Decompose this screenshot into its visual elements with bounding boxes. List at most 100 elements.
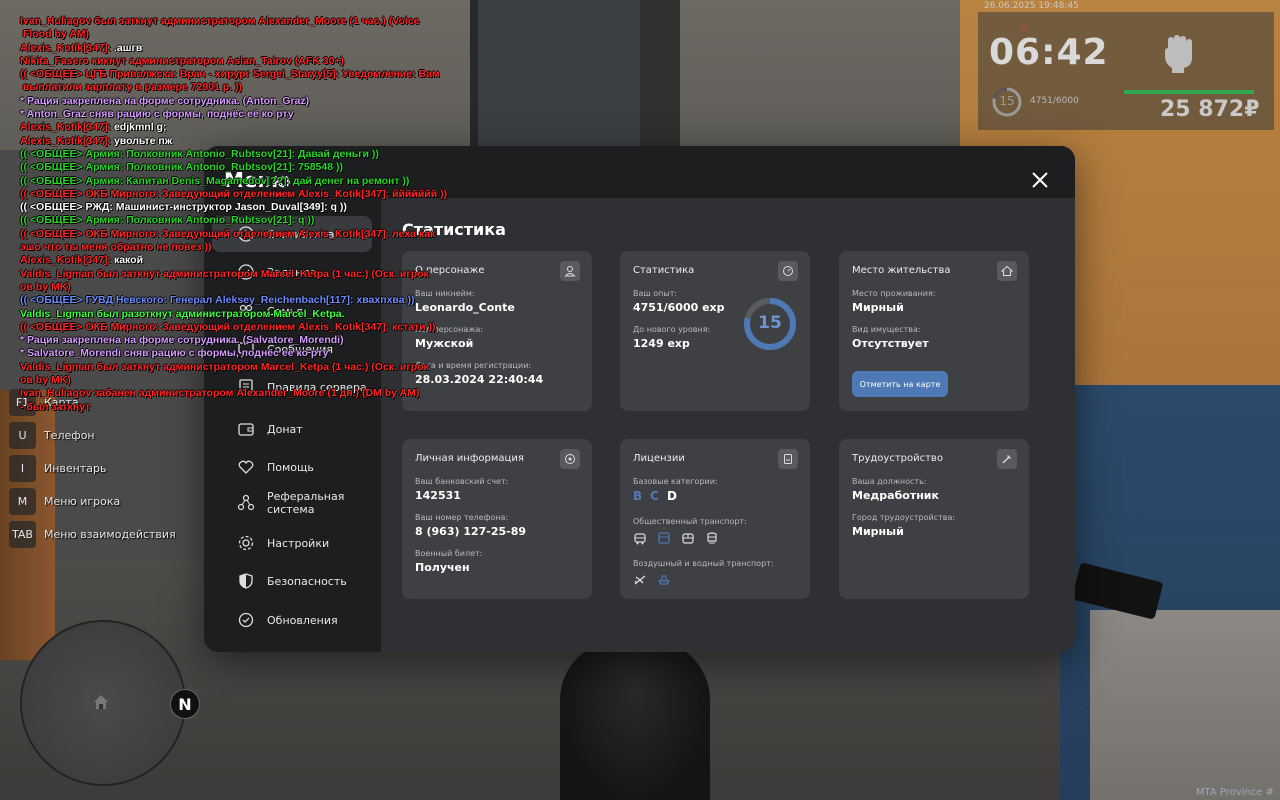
sidebar-item[interactable]: Настройки [212,525,372,561]
health-bar [1124,90,1254,94]
residence-place-value: Мирный [852,301,904,314]
sidebar-item-label: Безопасность [267,574,347,588]
chat-message-part: Alexis_Kotik[347]: [20,254,114,267]
military-value: Получен [415,561,470,574]
chat-message-part: * Salvatore_Morendi сняв рацию с формы, … [20,347,329,360]
license-category: C [650,489,659,503]
hud-date: 26.06.2025 19:48:45 [984,1,1079,11]
chat-message: * Anton_Graz сняв рацию с формы, поднёс … [20,108,460,121]
sidebar-item-label: Настройки [267,536,330,550]
chat-message: Ivan_Huliagov был заткнут администраторо… [20,15,460,42]
chat-message: (( <ОБЩЕЕ> ЦГБ Приволжска: Врач - хирург… [20,68,460,95]
property-value: Отсутствует [852,337,929,350]
sidebar-item[interactable]: Донат [212,411,372,447]
chat-message-part: (( <ОБЩЕЕ> ОКБ Мирного: Заведующий отдел… [20,320,436,333]
timer-icon[interactable] [778,261,798,281]
keybind-row: M Меню игрока [9,485,176,518]
wallet-icon [238,423,254,436]
chat-message-part: Alexis_Kotik[347]: [20,121,114,134]
chat-message: * Рация закреплена на форме сотрудника. … [20,95,460,108]
base-categories-label: Базовые категории: [633,477,718,486]
trolleybus-icon [682,533,694,544]
door [470,0,666,150]
chat-message-part: (( <ОБЩЕЕ> ОКБ Мирного: Заведующий отдел… [20,187,448,200]
server-watermark: MTA Province # [1195,787,1274,798]
chat-message: (( <ОБЩЕЕ> Армия: Полковник Antonio_Rubt… [20,161,460,174]
chat-message: Valdis_Ligman был заткнут администраторо… [20,268,460,295]
personal-card: Личная информация Ваш банковский счет: 1… [402,439,592,599]
sidebar-item-label: Реферальная система [267,490,345,516]
keybind-row: U Телефон [9,419,176,452]
sidebar-item-label: Донат [267,422,303,436]
card-title: Трудоустройство [852,453,943,464]
exp-label: Ваш опыт: [633,289,678,298]
chat-message-part: * Anton_Graz сняв рацию с формы, поднёс … [20,108,294,121]
key-cap: M [9,488,36,515]
boat-icon [657,575,671,585]
chat-message-part: Alexis_Kotik[347]: [20,134,114,147]
door-frame [640,0,680,150]
chat-message: (( <ОБЩЕЕ> ГУВД Невского: Генерал Alekse… [20,294,460,307]
chat-message-part: * Рация закреплена на форме сотрудника. … [20,94,310,107]
hud-time: 06:42 [989,32,1109,73]
mark-on-map-button[interactable]: Отметить на карте [852,371,948,397]
chat-message-part: (( <ОБЩЕЕ> ЦГБ Приволжска: Врач - хирург… [20,68,440,94]
keybind-label: Инвентарь [44,462,107,475]
key-cap: TAB [9,521,36,548]
chat-message-part: .ашгв [113,41,143,54]
chat-message: Alexis_Kotik[347]: какой [20,254,460,267]
tools-icon[interactable] [997,449,1017,469]
air-water-transport-label: Воздушный и водный транспорт: [633,559,774,568]
close-icon[interactable] [1030,170,1050,190]
exp-value: 4751/6000 exp [633,301,725,314]
keybind-row: I Инвентарь [9,452,176,485]
chat-message: Ivan_Huliagov забанен администратором Al… [20,387,460,414]
chat-message: Valdis_Ligman был разоткнут администрато… [20,308,460,321]
shield-icon [239,573,253,589]
card-title: Личная информация [415,453,524,464]
keybind-label: Телефон [44,429,95,442]
chat-message: Valdis_Ligman был заткнут администраторо… [20,361,460,388]
stats-card: Статистика Ваш опыт: 4751/6000 exp До но… [620,251,810,411]
chat-message-part: (( <ОБЩЕЕ> Армия: Полковник Antonio_Rubt… [20,147,379,160]
sidebar-item[interactable]: Помощь [212,449,372,485]
chat-message-part: Valdis_Ligman был заткнут администраторо… [20,267,429,293]
chat-message-part: (( <ОБЩЕЕ> Армия: Полковник Antonio_Rubt… [20,161,343,174]
military-label: Военный билет: [415,549,483,558]
bank-value: 142531 [415,489,461,502]
keybind-row: TAB Меню взаимодействия [9,518,176,551]
sidebar-item[interactable]: Безопасность [212,563,372,599]
plane-icon [634,575,646,585]
sidebar-item[interactable]: Обновления [212,602,372,638]
tram-icon [634,533,646,545]
key-cap: I [9,455,36,482]
update-icon [238,612,254,628]
sidebar-item-label: Помощь [267,460,314,474]
work-city-value: Мирный [852,525,904,538]
card-title: Лицензии [633,453,685,464]
next-level-label: До нового уровня: [633,325,711,334]
position-label: Ваша должность: [852,477,927,486]
chat-message: Alexis_Kotik[347]: .ашгв [20,42,460,55]
licenses-card: Лицензии Базовые категории: BCD Обществе… [620,439,810,599]
chat-message: (( <ОБЩЕЕ> ОКБ Мирного: Заведующий отдел… [20,321,460,334]
sidebar-item-label: Обновления [267,613,338,627]
info-icon[interactable] [560,449,580,469]
help-icon [238,460,254,474]
sidebar-item[interactable]: Реферальная система [212,485,372,521]
level-number: 15 [758,313,782,333]
residence-card: Место жительства Место проживания: Мирны… [839,251,1029,411]
phone-value: 8 (963) 127-25-89 [415,525,527,538]
work-city-label: Город трудоустройства: [852,513,956,522]
chat-message-part: edjkmnl g; [113,121,167,134]
chat-message-part: (( <ОБЩЕЕ> РЖД: Машинист-инструктор Jaso… [20,201,347,214]
user-icon[interactable] [560,261,580,281]
chat-message: (( <ОБЩЕЕ> Армия: Полковник Antonio_Rubt… [20,214,460,227]
home-icon[interactable] [997,261,1017,281]
chat-message-part: * Рация закреплена на форме сотрудника. … [20,334,344,347]
chat-message: (( <ОБЩЕЕ> ОКБ Мирного: Заведующий отдел… [20,188,460,201]
license-icon[interactable] [778,449,798,469]
chat-message-part: Nikita_Fasero кикнут администратором Asl… [20,54,345,67]
menu-content: Статистика О персонаже Ваш никнейм: Leon… [381,198,1075,652]
referral-icon [237,494,255,511]
